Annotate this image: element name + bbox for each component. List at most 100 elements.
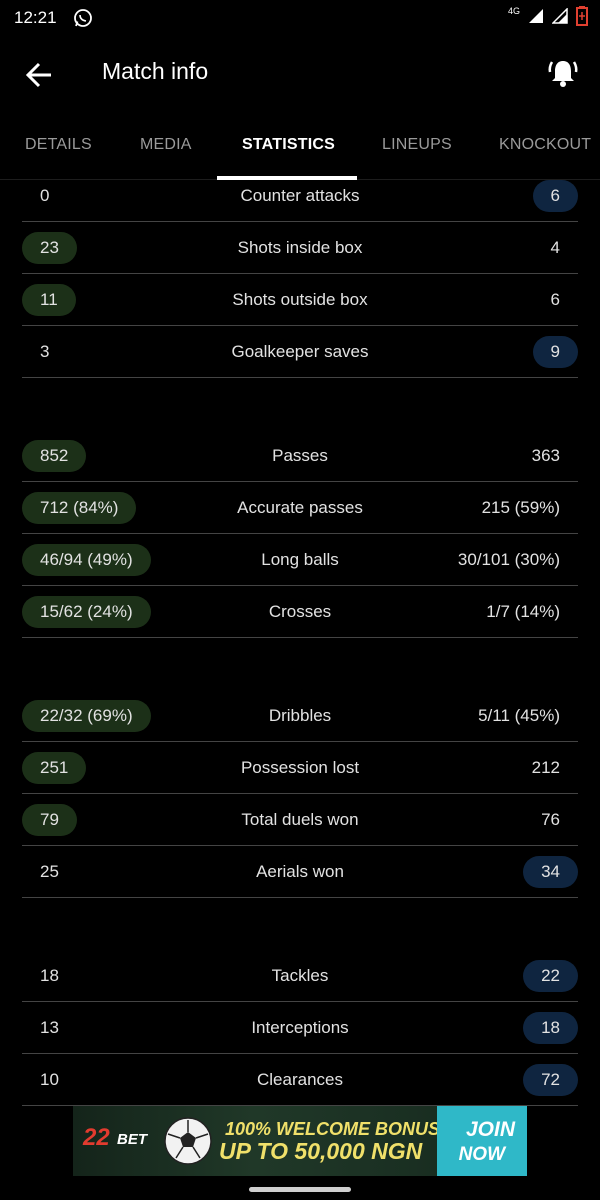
home-value-cell: 852 (22, 440, 87, 472)
away-value-cell: 6 (532, 180, 578, 212)
away-value: 5/11 (45%) (478, 706, 560, 725)
away-value-cell: 6 (533, 284, 578, 316)
home-value: 11 (22, 284, 76, 316)
home-value-cell: 11 (22, 284, 76, 316)
home-indicator[interactable] (249, 1187, 351, 1192)
away-value: 215 (59%) (481, 498, 560, 517)
tab-media[interactable]: MEDIA (140, 136, 192, 154)
notifications-button[interactable] (544, 54, 582, 92)
away-value-cell: 34 (523, 856, 578, 888)
home-value: 251 (22, 752, 87, 784)
back-button[interactable] (22, 58, 56, 92)
home-value: 22/32 (69%) (22, 700, 151, 732)
page-title: Match info (102, 58, 209, 84)
home-value: 25 (40, 862, 59, 881)
home-value: 46/94 (49%) (22, 544, 151, 576)
stat-label: Long balls (261, 550, 339, 569)
home-value: 13 (40, 1018, 59, 1037)
home-value: 712 (84%) (22, 492, 137, 524)
stat-label: Interceptions (251, 1018, 349, 1037)
away-value-cell: 72 (523, 1064, 578, 1096)
away-value-cell: 4 (533, 232, 578, 264)
away-value: 34 (523, 856, 578, 888)
stat-row: 10 Clearances 72 (22, 1054, 578, 1106)
stat-label: Crosses (268, 602, 332, 621)
away-value-cell: 1/7 (14%) (468, 596, 578, 628)
stat-row: 15/62 (24%) Crosses 1/7 (14%) (22, 586, 578, 638)
home-value-cell: 3 (22, 336, 67, 368)
stat-row: 25 Aerials won 34 (22, 846, 578, 898)
away-value-cell: 22 (523, 960, 578, 992)
app-bar: Match info (0, 36, 600, 112)
away-value: 363 (531, 446, 560, 465)
home-value-cell: 22/32 (69%) (22, 700, 151, 732)
home-value: 10 (40, 1070, 59, 1089)
away-value: 9 (532, 336, 578, 368)
stat-label: Accurate passes (237, 498, 363, 517)
home-value: 852 (22, 440, 87, 472)
stat-row: 22/32 (69%) Dribbles 5/11 (45%) (22, 690, 578, 742)
bell-ringing-icon (548, 61, 578, 87)
tab-details[interactable]: DETAILS (25, 136, 92, 154)
ad-cta-line2: NOW (458, 1144, 505, 1165)
away-value-cell: 212 (514, 752, 578, 784)
away-value: 212 (531, 758, 560, 777)
stat-label: Goalkeeper saves (231, 342, 369, 361)
stat-row: 18 Tackles 22 (22, 950, 578, 1002)
network-label: 4G (507, 6, 520, 16)
stat-label: Tackles (271, 966, 329, 985)
stat-row: 251 Possession lost 212 (22, 742, 578, 794)
home-value-cell: 712 (84%) (22, 492, 137, 524)
home-value-cell: 46/94 (49%) (22, 544, 151, 576)
stat-row: 852 Passes 363 (22, 430, 578, 482)
away-value-cell: 76 (523, 804, 578, 836)
home-value: 15/62 (24%) (22, 596, 151, 628)
signal-icon (529, 9, 543, 23)
stat-label: Shots outside box (232, 290, 368, 309)
tab-lineups[interactable]: LINEUPS (382, 136, 452, 154)
ad-cta-line1: JOIN (465, 1118, 515, 1141)
stat-label: Passes (272, 446, 328, 465)
arrow-left-icon (25, 62, 51, 88)
home-value: 79 (22, 804, 77, 836)
status-bar: 12:21 4G (0, 0, 600, 36)
ad-banner[interactable]: 22 BET 100% WELCOME BONUS UP TO 50,000 N… (73, 1106, 527, 1176)
home-value: 3 (40, 342, 50, 361)
home-value: 23 (22, 232, 77, 264)
ad-join-button[interactable]: JOIN NOW (437, 1106, 527, 1176)
stat-label: Clearances (257, 1070, 343, 1089)
ad-promo-line1: 100% WELCOME BONUS (225, 1119, 441, 1139)
stat-row: 0 Counter attacks 6 (22, 170, 578, 222)
home-value-cell: 251 (22, 752, 87, 784)
statistics-list: 0 Counter attacks 6 23 Shots inside box 4 11 Sh… (22, 170, 578, 1106)
stat-label: Dribbles (268, 706, 332, 725)
stat-label: Aerials won (256, 862, 344, 881)
stat-row: 3 Goalkeeper saves 9 (22, 326, 578, 378)
home-value-cell: 79 (22, 804, 77, 836)
status-time: 12:21 (14, 8, 57, 27)
tab-knockout[interactable]: KNOCKOUT (499, 136, 591, 154)
home-value-cell: 15/62 (24%) (22, 596, 151, 628)
home-value: 0 (40, 186, 50, 205)
away-value-cell: 215 (59%) (464, 492, 578, 524)
home-value-cell: 18 (22, 960, 77, 992)
whatsapp-icon (73, 9, 92, 27)
stat-row: 23 Shots inside box 4 (22, 222, 578, 274)
tab-statistics[interactable]: STATISTICS (242, 136, 335, 154)
away-value: 18 (523, 1012, 578, 1044)
stat-row: 13 Interceptions 18 (22, 1002, 578, 1054)
stat-label: Possession lost (240, 758, 360, 777)
away-value-cell: 5/11 (45%) (460, 700, 578, 732)
ad-logo-bet: BET (117, 1131, 147, 1148)
status-icons: 4G (508, 6, 588, 26)
stat-row: 11 Shots outside box 6 (22, 274, 578, 326)
stat-row: 712 (84%) Accurate passes 215 (59%) (22, 482, 578, 534)
away-value-cell: 9 (532, 336, 578, 368)
home-value-cell: 25 (22, 856, 77, 888)
away-value: 30/101 (30%) (457, 550, 560, 569)
ad-promo-line2: UP TO 50,000 NGN (219, 1138, 423, 1164)
stat-label: Total duels won (241, 810, 359, 829)
